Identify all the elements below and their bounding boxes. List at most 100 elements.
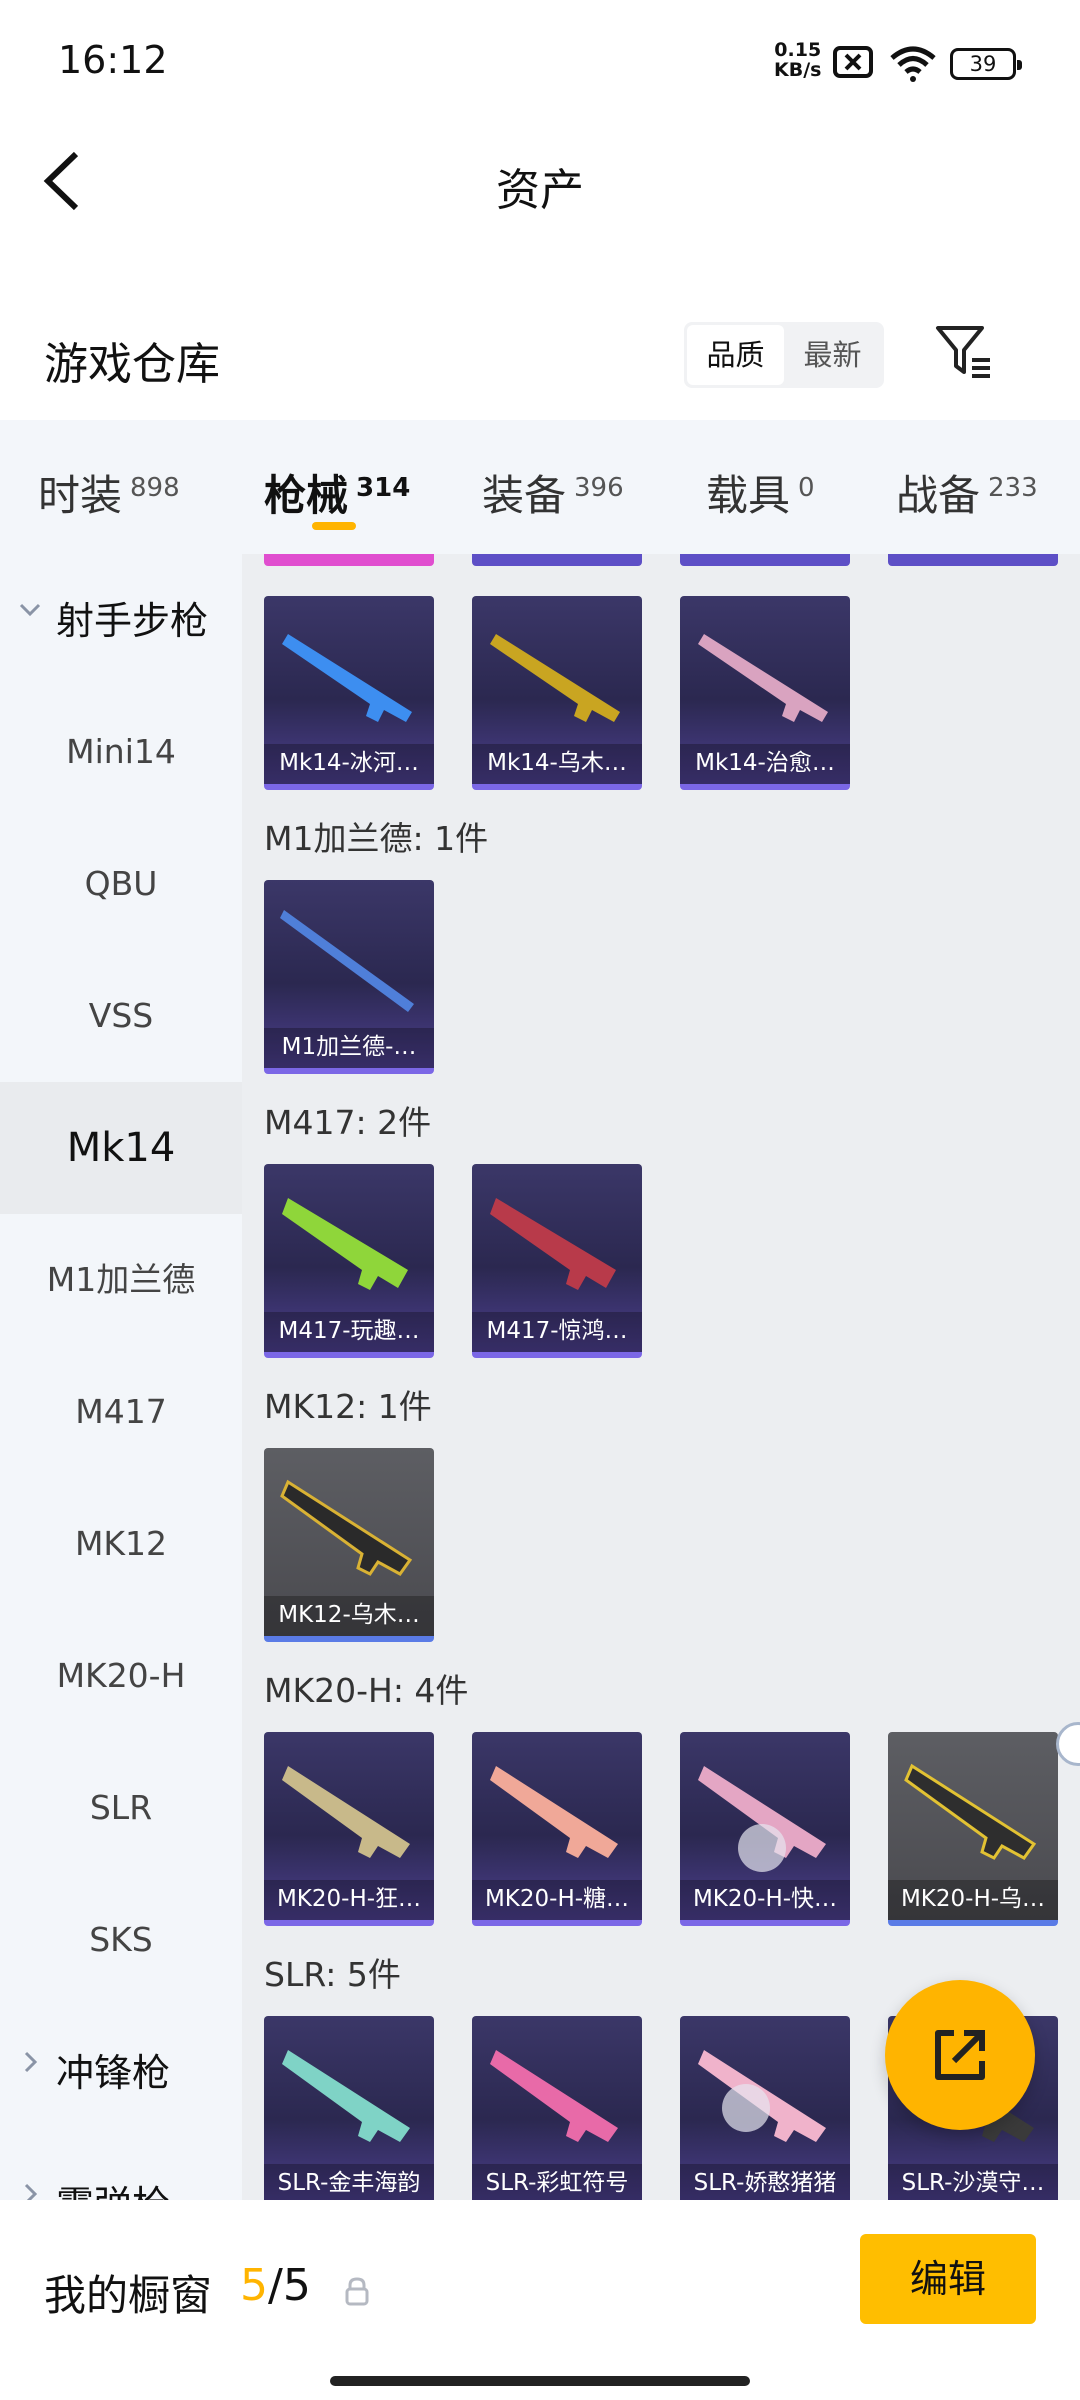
tab-label: 载具 xyxy=(706,471,791,520)
share-external-icon xyxy=(935,2030,985,2080)
rifle-skin-image xyxy=(280,1479,413,1576)
sidebar-item-slr[interactable]: SLR xyxy=(0,1742,242,1874)
section-title: M417: 2件 xyxy=(264,1103,432,1142)
home-indicator[interactable] xyxy=(330,2376,750,2386)
sidebar-category-label: 冲锋枪 xyxy=(56,2051,171,2095)
item-card[interactable]: SLR-娇憨猪猪 xyxy=(680,2016,850,2200)
item-card[interactable]: Mk14-冰河… xyxy=(264,596,434,790)
tab-label: 时装 xyxy=(38,471,123,520)
item-card[interactable]: Mk14-乌木… xyxy=(472,596,642,790)
item-card[interactable]: MK20-H-快… xyxy=(680,1732,850,1926)
item-card[interactable]: MK12-乌木… xyxy=(264,1448,434,1642)
tab-label: 枪械 xyxy=(264,471,349,520)
sidebar-item-mk14[interactable]: Mk14 xyxy=(0,1082,242,1214)
sidebar-item-mini14[interactable]: Mini14 xyxy=(0,686,242,818)
item-card-label: M1加兰德-… xyxy=(264,1028,434,1068)
item-card[interactable]: MK20-H-乌… xyxy=(888,1732,1058,1926)
wifi-icon xyxy=(890,46,936,82)
showcase-count-total: 5 xyxy=(282,2260,311,2311)
page-title: 资产 xyxy=(496,165,584,216)
item-card-label: MK12-乌木… xyxy=(264,1596,434,1636)
warehouse-title: 游戏仓库 xyxy=(44,339,220,390)
sidebar-item-mk20h[interactable]: MK20-H xyxy=(0,1610,242,1742)
sidebar-item-sks[interactable]: SKS xyxy=(0,1874,242,2006)
rifle-skin-image xyxy=(490,2050,618,2142)
showcase-label: 我的橱窗 xyxy=(44,2271,213,2320)
tab-count: 233 xyxy=(988,473,1038,503)
sort-newest-button[interactable]: 最新 xyxy=(784,325,881,385)
showcase-count-used: 5 xyxy=(240,2260,268,2311)
sort-quality-button[interactable]: 品质 xyxy=(687,325,784,385)
rifle-skin-image xyxy=(282,1766,410,1858)
rifle-skin-image xyxy=(698,1766,826,1872)
tab-count: 0 xyxy=(798,473,815,503)
rifle-skin-image xyxy=(698,2050,826,2142)
tab-supplies[interactable]: 战备 233 xyxy=(896,462,1038,523)
sort-toggle: 品质 最新 xyxy=(684,322,884,388)
tab-label: 战备 xyxy=(896,471,981,520)
network-speed-value: 0.15 xyxy=(774,39,822,61)
battery-indicator: 39 xyxy=(950,48,1022,80)
filter-icon[interactable] xyxy=(934,322,994,382)
section-title: MK12: 1件 xyxy=(264,1387,432,1426)
item-card-label: SLR-彩虹符号 xyxy=(472,2164,642,2200)
sidebar-category-marksman[interactable]: 射手步枪 xyxy=(0,554,242,686)
tab-guns[interactable]: 枪械 314 xyxy=(264,462,410,523)
item-card[interactable]: M417-玩趣… xyxy=(264,1164,434,1358)
item-card[interactable]: MK20-H-狂… xyxy=(264,1732,434,1926)
item-card[interactable]: M417-惊鸿… xyxy=(472,1164,642,1358)
sidebar-category-shotgun[interactable]: 霰弹枪 xyxy=(0,2138,242,2200)
rifle-skin-image xyxy=(282,2050,410,2142)
card-stub xyxy=(264,554,434,566)
network-speed-unit: KB/s xyxy=(774,59,822,81)
rifle-skin-image xyxy=(280,910,414,1012)
assets-screen: 16:12 0.15 KB/s 39 资产 游戏仓库 品质 最新 时装 898 枪… xyxy=(0,0,1080,2400)
no-sim-icon xyxy=(833,46,873,78)
item-card[interactable]: SLR-金丰海韵 xyxy=(264,2016,434,2200)
rifle-skin-image xyxy=(490,1198,616,1290)
tab-vehicles[interactable]: 载具 0 xyxy=(706,462,815,523)
rifle-skin-image xyxy=(698,634,828,722)
item-card[interactable]: Mk14-治愈… xyxy=(680,596,850,790)
share-fab-button[interactable] xyxy=(885,1980,1035,2130)
lock-icon xyxy=(345,2277,369,2306)
sidebar-item-mk12[interactable]: MK12 xyxy=(0,1478,242,1610)
status-time: 16:12 xyxy=(58,38,168,82)
tab-count: 396 xyxy=(574,473,624,503)
rifle-skin-image xyxy=(282,634,412,722)
section-title: M1加兰德: 1件 xyxy=(264,819,489,858)
item-card-label: M417-玩趣… xyxy=(264,1312,434,1352)
sidebar-category-label: 射手步枪 xyxy=(56,599,209,643)
item-card[interactable]: SLR-彩虹符号 xyxy=(472,2016,642,2200)
active-tab-indicator xyxy=(312,522,356,530)
edit-button[interactable]: 编辑 xyxy=(860,2234,1036,2324)
sidebar-item-qbu[interactable]: QBU xyxy=(0,818,242,950)
tab-fashion[interactable]: 时装 898 xyxy=(38,462,180,523)
sidebar: 射手步枪 Mini14 QBU VSS Mk14 M1加兰德 M417 MK12… xyxy=(0,554,242,2200)
sidebar-item-m1garand[interactable]: M1加兰德 xyxy=(0,1214,242,1346)
tab-label: 装备 xyxy=(482,471,567,520)
item-card[interactable]: MK20-H-糖… xyxy=(472,1732,642,1926)
tab-count: 898 xyxy=(130,473,180,503)
item-card-label: MK20-H-乌… xyxy=(888,1880,1058,1920)
card-stub xyxy=(888,554,1058,566)
item-card-label: Mk14-治愈… xyxy=(680,744,850,784)
item-card[interactable]: M1加兰德-… xyxy=(264,880,434,1074)
category-tabs: 时装 898 枪械 314 装备 396 载具 0 战备 233 xyxy=(0,420,1080,554)
sidebar-category-smg[interactable]: 冲锋枪 xyxy=(0,2006,242,2138)
showcase-count-separator: / xyxy=(268,2260,283,2311)
item-card-label: SLR-沙漠守… xyxy=(888,2164,1058,2200)
chevron-right-icon xyxy=(24,2183,38,2200)
showcase-bar: 我的橱窗 5/5 编辑 xyxy=(0,2200,1080,2400)
section-title: MK20-H: 4件 xyxy=(264,1671,469,1710)
item-grid: Mk14-冰河… Mk14-乌木… Mk14-治愈… M1加兰德: 1件 M1加… xyxy=(242,554,1080,2200)
item-card-label: Mk14-乌木… xyxy=(472,744,642,784)
tab-equipment[interactable]: 装备 396 xyxy=(482,462,624,523)
sidebar-item-vss[interactable]: VSS xyxy=(0,950,242,1082)
item-card-label: M417-惊鸿… xyxy=(472,1312,642,1352)
item-card-label: MK20-H-快… xyxy=(680,1880,850,1920)
rifle-skin-image xyxy=(904,1763,1037,1860)
chevron-down-icon xyxy=(19,603,41,617)
network-speed: 0.15 KB/s xyxy=(774,40,821,80)
sidebar-item-m417[interactable]: M417 xyxy=(0,1346,242,1478)
